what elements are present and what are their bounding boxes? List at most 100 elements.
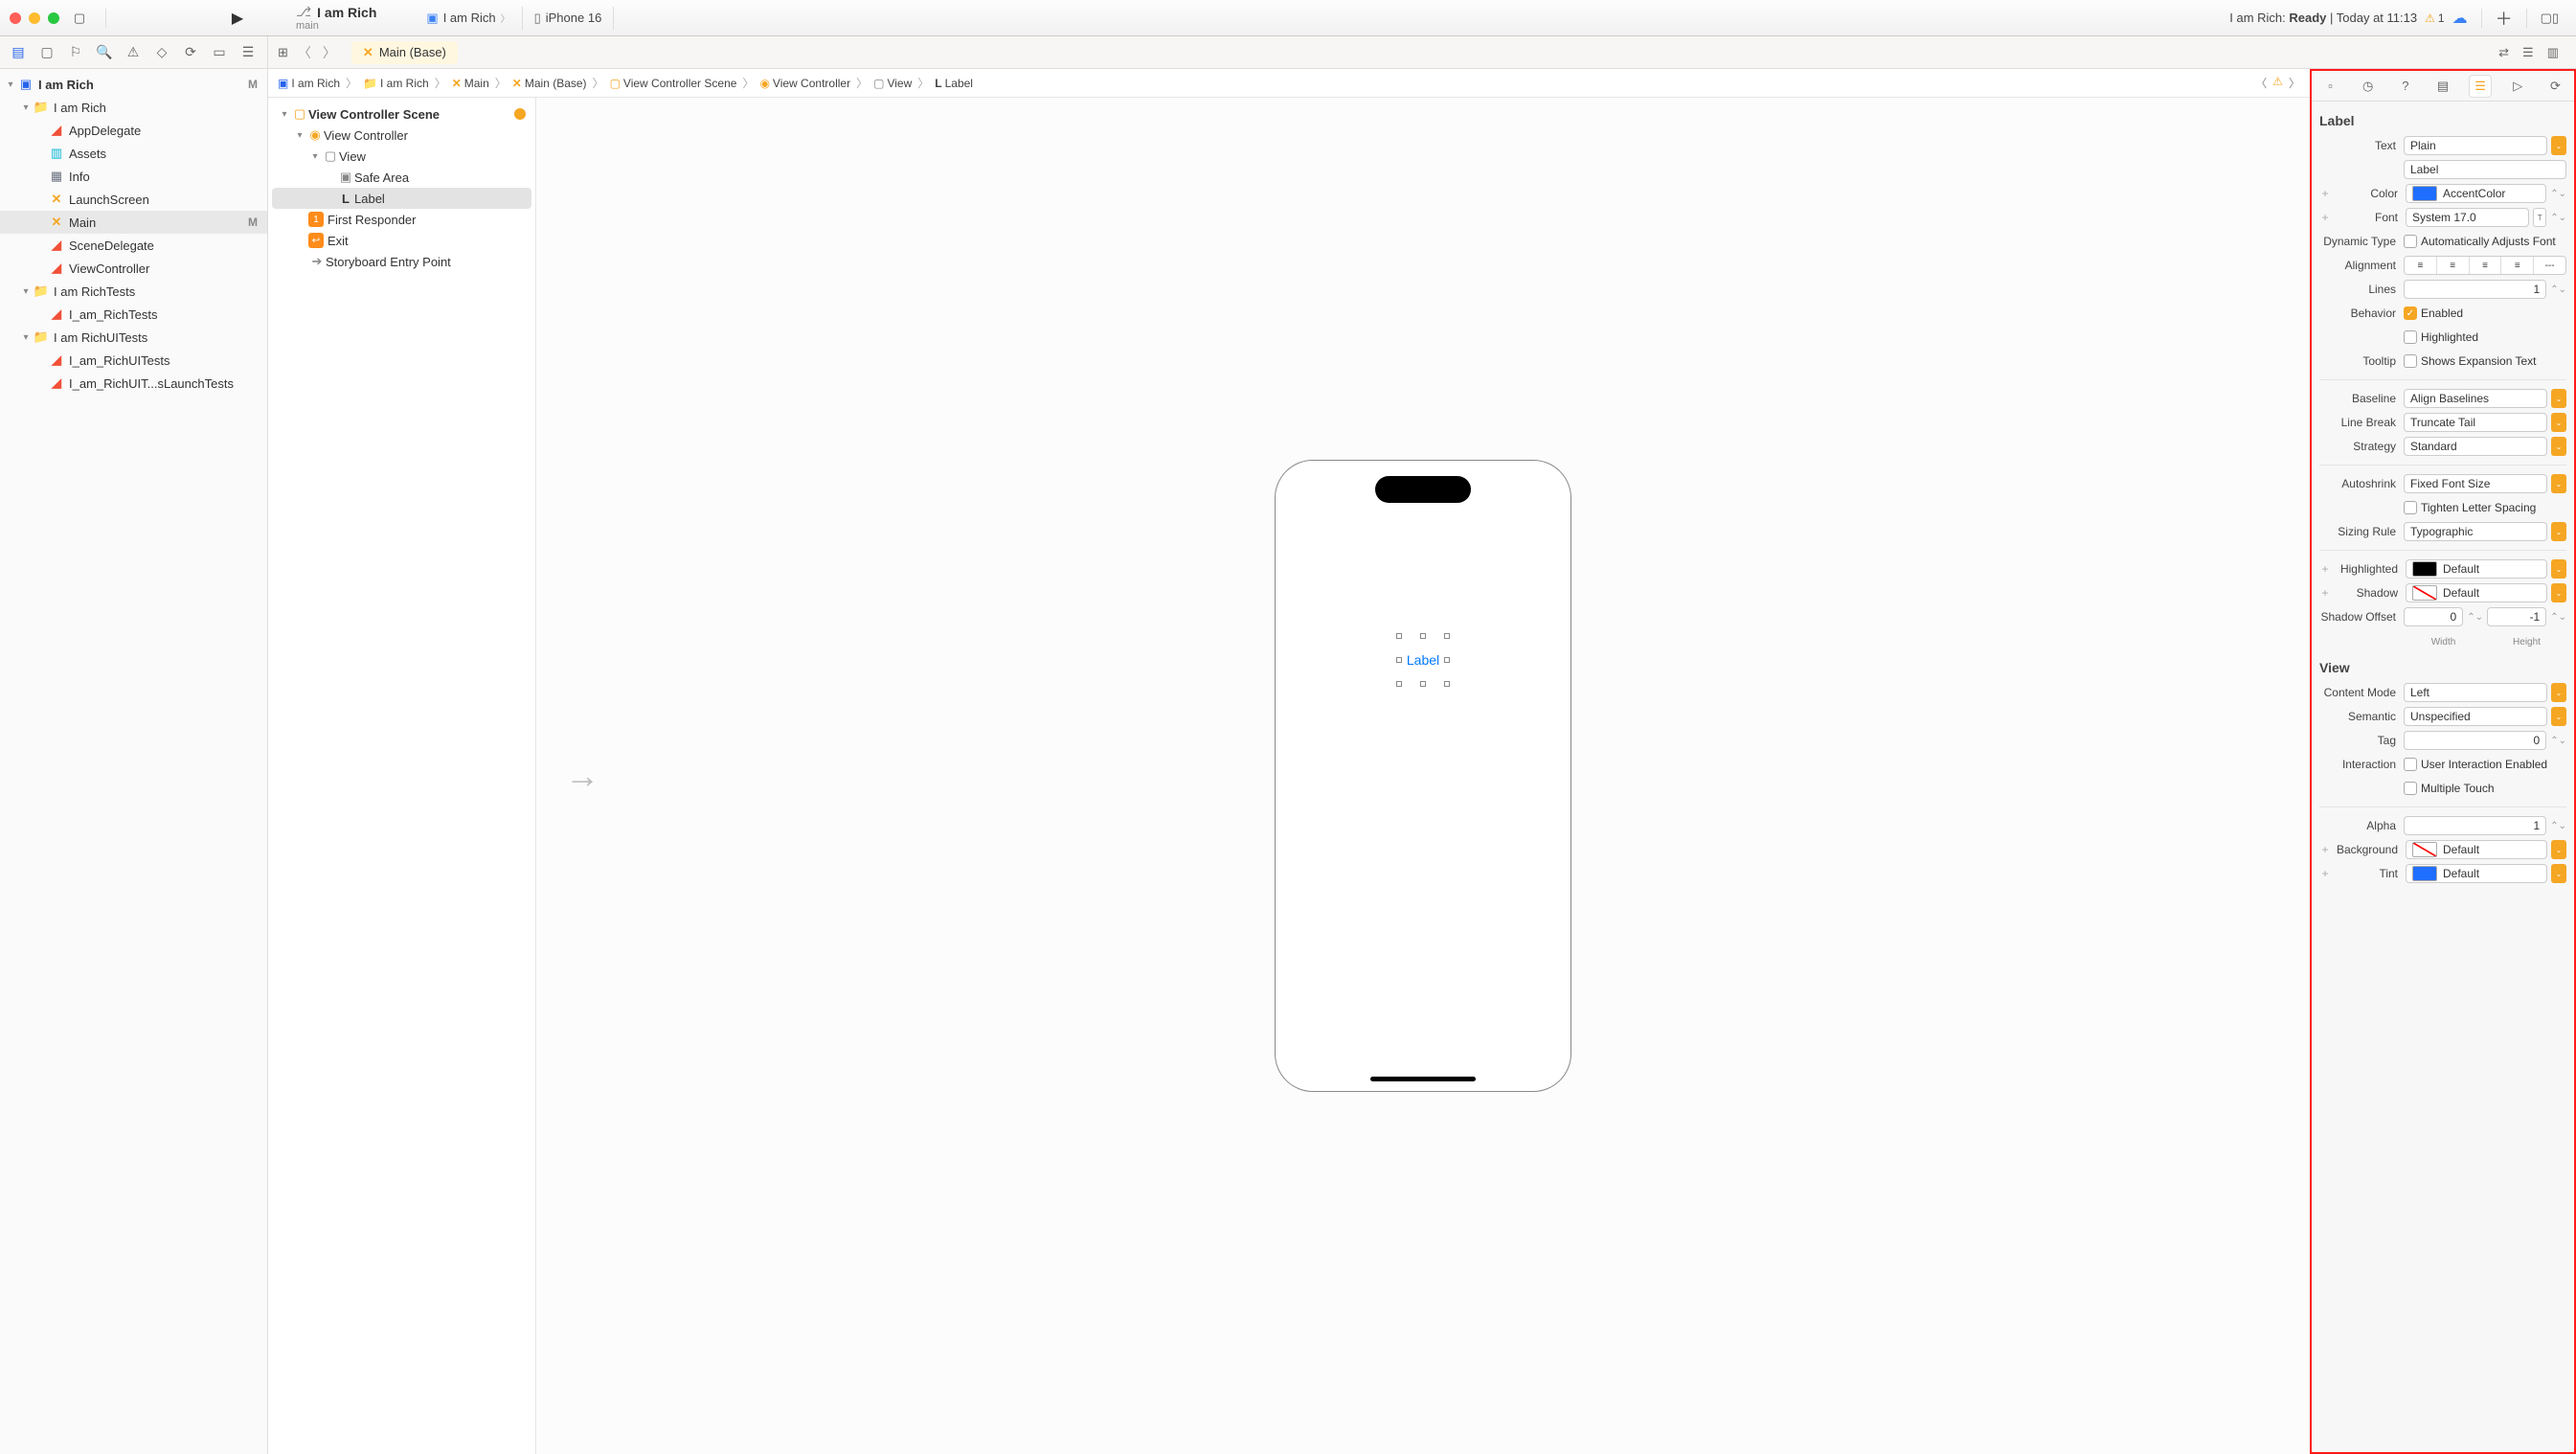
zoom-window[interactable] [48,12,59,24]
alpha-input[interactable]: 1 [2404,816,2546,835]
editor-swap-icon[interactable]: ⇄ [2498,45,2509,60]
align-right[interactable]: ≡ [2470,257,2502,274]
disclosure-icon[interactable]: ▾ [19,332,33,343]
jump-item[interactable]: ◉View Controller [759,77,850,90]
disclosure-icon[interactable]: ▾ [19,102,33,113]
enabled-checkbox[interactable]: ✓ [2404,307,2417,320]
stepper-icon[interactable]: ⌃⌄ [2550,612,2566,623]
stepper-icon[interactable]: ⌃⌄ [2550,284,2566,295]
align-natural[interactable]: --- [2534,257,2565,274]
close-window[interactable] [10,12,21,24]
stepper-icon[interactable]: ⌃⌄ [2550,213,2566,223]
dropdown-icon[interactable]: ⌄ [2551,522,2566,541]
dropdown-icon[interactable]: ⌄ [2551,840,2566,859]
debug-navigator-icon[interactable]: ⟳ [182,44,199,61]
warning-indicator[interactable]: ⚠ 1 [2425,11,2444,25]
contentmode-dropdown[interactable]: Left [2404,683,2547,702]
find-navigator-icon[interactable]: 🔍 [96,44,113,61]
related-items-icon[interactable]: ⊞ [278,45,288,60]
add-icon[interactable]: + [2319,187,2331,200]
outline-firstresponder[interactable]: 1 First Responder [272,209,531,230]
add-icon[interactable]: + [2319,586,2331,600]
selected-label[interactable]: Label [1396,633,1450,687]
prev-button[interactable]: 〈 [2255,75,2267,91]
test-navigator-icon[interactable]: ◇ [153,44,170,61]
file-row-uitests2[interactable]: ◢ I_am_RichUIT...sLaunchTests [0,372,267,395]
project-row[interactable]: ▾ ▣ I am Rich M [0,73,267,96]
tag-input[interactable]: 0 [2404,731,2546,750]
device-tab[interactable]: ▯ iPhone 16 [523,7,615,30]
issue-navigator-icon[interactable]: ⚠ [124,44,142,61]
jump-item[interactable]: ✕Main [452,77,489,90]
sizing-dropdown[interactable]: Typographic [2404,522,2547,541]
resize-handle[interactable] [1444,633,1450,639]
file-tab-main[interactable]: ✕ Main (Base) [351,41,458,64]
warning-icon[interactable]: ⚠ [2272,75,2283,91]
uitests-group-row[interactable]: ▾ 📁 I am RichUITests [0,326,267,349]
highlighted-checkbox[interactable] [2404,330,2417,344]
dropdown-icon[interactable]: ⌄ [2551,474,2566,493]
shadow-dropdown[interactable]: Default [2406,583,2547,602]
disclosure-icon[interactable]: ▾ [4,80,17,90]
disclosure-icon[interactable]: ▾ [293,130,306,141]
dropdown-icon[interactable]: ⌄ [2551,583,2566,602]
scheme-tab[interactable]: ▣ I am Rich 〉 [415,7,522,30]
stepper-icon[interactable]: ⌃⌄ [2550,189,2566,199]
disclosure-icon[interactable]: ▾ [278,109,291,120]
linebreak-dropdown[interactable]: Truncate Tail [2404,413,2547,432]
outline-label-row[interactable]: L Label [272,188,531,209]
semantic-dropdown[interactable]: Unspecified [2404,707,2547,726]
stepper-icon[interactable]: ⌃⌄ [2467,612,2483,623]
file-row-viewcontroller[interactable]: ◢ ViewController [0,257,267,280]
shadow-height-input[interactable]: -1 [2487,607,2546,626]
dropdown-icon[interactable]: ⌄ [2551,707,2566,726]
text-type-dropdown[interactable]: Plain [2404,136,2547,155]
jump-item[interactable]: ▢View Controller Scene [610,77,737,90]
editor-list-icon[interactable]: ☰ [2522,45,2534,60]
scheme-selector[interactable]: ⎇ I am Rich main [296,4,376,32]
outline-exit[interactable]: ↩ Exit [272,230,531,251]
strategy-dropdown[interactable]: Standard [2404,437,2547,456]
add-button[interactable]: ＋ [2496,6,2513,31]
file-row-uitests1[interactable]: ◢ I_am_RichUITests [0,349,267,372]
run-button[interactable]: ▶ [227,10,248,27]
sidebar-toggle-icon[interactable]: ▢ [69,10,90,27]
dropdown-icon[interactable]: ⌄ [2551,683,2566,702]
dropdown-icon[interactable]: ⌄ [2551,437,2566,456]
resize-handle[interactable] [1420,633,1426,639]
file-row-assets[interactable]: ▥ Assets [0,142,267,165]
size-inspector-tab[interactable]: ▷ [2506,75,2529,98]
tooltip-checkbox[interactable] [2404,354,2417,368]
help-inspector-tab[interactable]: ? [2394,75,2417,98]
autoshrink-dropdown[interactable]: Fixed Font Size [2404,474,2547,493]
stepper-icon[interactable]: ⌃⌄ [2550,821,2566,831]
text-value-input[interactable]: Label [2404,160,2566,179]
font-field[interactable]: System 17.0 [2406,208,2529,227]
background-dropdown[interactable]: Default [2406,840,2547,859]
file-row-launchscreen[interactable]: ✕ LaunchScreen [0,188,267,211]
minimize-window[interactable] [29,12,40,24]
alignment-segmented[interactable]: ≡ ≡ ≡ ≡ --- [2404,256,2566,275]
dropdown-icon[interactable]: ⌄ [2551,864,2566,883]
add-icon[interactable]: + [2319,867,2331,880]
source-control-navigator-icon[interactable]: ▢ [38,44,56,61]
stepper-icon[interactable]: ⌃⌄ [2550,736,2566,746]
file-row-main[interactable]: ✕ Main M [0,211,267,234]
jump-item[interactable]: 📁I am Rich [363,77,429,90]
align-left[interactable]: ≡ [2405,257,2437,274]
align-center[interactable]: ≡ [2437,257,2470,274]
outline-view[interactable]: ▾ ▢ View [272,146,531,167]
jump-item[interactable]: LLabel [935,77,973,90]
forward-button[interactable]: 〉 [319,41,340,64]
breakpoint-navigator-icon[interactable]: ▭ [211,44,228,61]
file-row-scenedelegate[interactable]: ◢ SceneDelegate [0,234,267,257]
file-inspector-tab[interactable]: ▫ [2319,75,2342,98]
align-justify[interactable]: ≡ [2501,257,2534,274]
disclosure-icon[interactable]: ▾ [308,151,322,162]
file-row-info[interactable]: ▦ Info [0,165,267,188]
resize-handle[interactable] [1396,681,1402,687]
history-inspector-tab[interactable]: ◷ [2357,75,2380,98]
file-row-tests[interactable]: ◢ I_am_RichTests [0,303,267,326]
resize-handle[interactable] [1396,657,1402,663]
identity-inspector-tab[interactable]: ▤ [2431,75,2454,98]
